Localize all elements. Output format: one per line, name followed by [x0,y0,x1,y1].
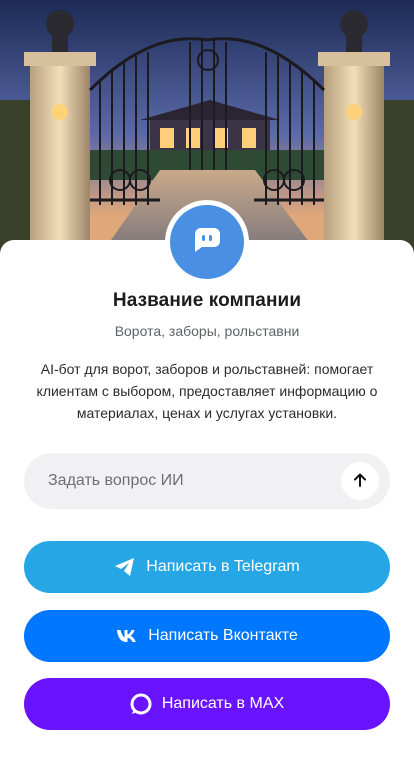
telegram-button-label: Написать в Telegram [146,558,300,575]
company-avatar [165,200,249,284]
ask-ai-input[interactable] [48,453,348,509]
vk-button[interactable]: Написать Вконтакте [24,610,390,662]
telegram-icon [114,557,136,577]
company-name: Название компании [112,290,302,311]
telegram-button[interactable]: Написать в Telegram [24,541,390,593]
max-button-label: Написать в MAX [161,695,285,712]
company-description: AI-бот для ворот, заборов и рольставней:… [36,361,378,421]
arrow-up-icon [352,472,368,491]
send-button[interactable] [341,462,379,500]
avatar-circle [170,205,244,279]
vk-icon [116,629,138,643]
max-icon [130,693,152,715]
chat-bot-icon [192,225,222,260]
max-button[interactable]: Написать в MAX [24,678,390,730]
company-subtitle: Ворота, заборы, рольставни [114,323,300,339]
ask-ai-box [24,453,390,509]
vk-button-label: Написать Вконтакте [148,627,298,644]
